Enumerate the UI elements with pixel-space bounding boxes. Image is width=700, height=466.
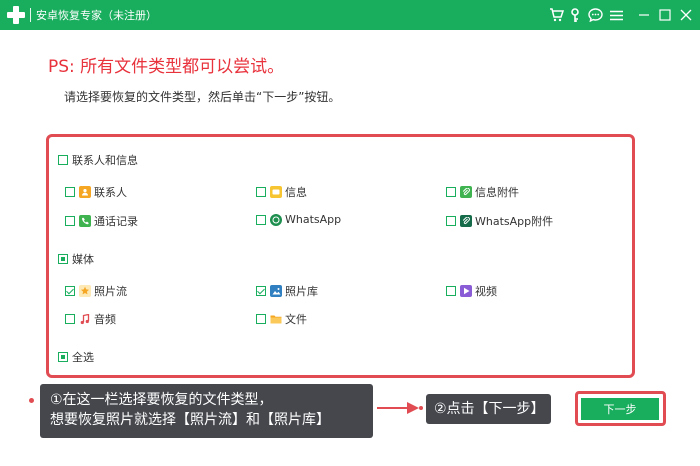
item-files[interactable]: 文件 bbox=[256, 311, 307, 327]
group-contacts-checkbox[interactable]: 联系人和信息 bbox=[58, 152, 138, 168]
checkbox[interactable] bbox=[446, 286, 456, 296]
item-video[interactable]: 视频 bbox=[446, 283, 497, 299]
whatsapp-attachment-icon bbox=[460, 215, 472, 227]
ps-note: PS: 所有文件类型都可以尝试。 bbox=[48, 57, 285, 77]
whatsapp-icon bbox=[270, 213, 282, 226]
item-label: 音频 bbox=[94, 313, 116, 326]
instruction-text: 请选择要恢复的文件类型，然后单击“下一步”按钮。 bbox=[64, 90, 341, 104]
title-bar: 安卓恢复专家（未注册） bbox=[0, 0, 700, 30]
item-label: 信息附件 bbox=[475, 186, 519, 199]
item-label: 照片流 bbox=[94, 285, 127, 298]
checkbox[interactable] bbox=[65, 216, 75, 226]
attachment-icon bbox=[460, 186, 472, 198]
item-label: 照片库 bbox=[285, 285, 318, 298]
checkbox[interactable] bbox=[58, 352, 68, 362]
close-icon[interactable] bbox=[676, 5, 696, 25]
select-all-label: 全选 bbox=[72, 351, 94, 364]
checkbox[interactable] bbox=[58, 254, 68, 264]
item-message-attachments[interactable]: 信息附件 bbox=[446, 184, 519, 200]
audio-icon bbox=[79, 313, 91, 325]
next-button[interactable]: 下一步 bbox=[581, 398, 659, 420]
folder-icon bbox=[270, 313, 282, 325]
checkbox[interactable] bbox=[65, 314, 75, 324]
checkbox[interactable] bbox=[256, 314, 266, 324]
key-icon[interactable] bbox=[565, 5, 585, 25]
cart-icon[interactable] bbox=[546, 5, 566, 25]
callout-step-1: ①在这一栏选择要恢复的文件类型， 想要恢复照片就选择【照片流】和【照片库】 bbox=[40, 384, 373, 438]
checkbox[interactable] bbox=[446, 216, 456, 226]
minimize-icon[interactable] bbox=[634, 5, 654, 25]
checkbox[interactable] bbox=[65, 187, 75, 197]
checkbox[interactable] bbox=[256, 187, 266, 197]
item-audio[interactable]: 音频 bbox=[65, 311, 116, 327]
photo-stream-icon bbox=[79, 285, 91, 297]
item-call-log[interactable]: 通话记录 bbox=[65, 213, 138, 229]
file-type-panel bbox=[46, 134, 635, 378]
group-contacts-label: 联系人和信息 bbox=[72, 154, 138, 167]
callout-step-2: ②点击【下一步】 bbox=[426, 394, 551, 424]
call-log-icon bbox=[79, 215, 91, 227]
contacts-icon bbox=[79, 186, 91, 198]
item-messages[interactable]: 信息 bbox=[256, 184, 307, 200]
callout-marker-dot bbox=[29, 398, 34, 403]
item-photo-stream[interactable]: 照片流 bbox=[65, 283, 127, 299]
group-media-checkbox[interactable]: 媒体 bbox=[58, 251, 94, 267]
checkbox[interactable] bbox=[65, 286, 75, 296]
maximize-icon[interactable] bbox=[655, 5, 675, 25]
group-media-label: 媒体 bbox=[72, 253, 94, 266]
item-contacts[interactable]: 联系人 bbox=[65, 184, 127, 200]
item-label: 通话记录 bbox=[94, 215, 138, 228]
checkbox[interactable] bbox=[256, 214, 266, 225]
checkbox[interactable] bbox=[256, 286, 266, 296]
callout-step-1-line-2: 想要恢复照片就选择【照片流】和【照片库】 bbox=[50, 412, 330, 428]
item-label: WhatsApp附件 bbox=[475, 215, 554, 228]
item-label: 文件 bbox=[285, 313, 307, 326]
item-whatsapp-attachments[interactable]: WhatsApp附件 bbox=[446, 213, 553, 229]
item-label: 联系人 bbox=[94, 186, 127, 199]
title-separator bbox=[30, 8, 31, 22]
callout-step-1-line-1: ①在这一栏选择要恢复的文件类型， bbox=[50, 392, 273, 408]
select-all-checkbox[interactable]: 全选 bbox=[58, 349, 94, 365]
app-title: 安卓恢复专家（未注册） bbox=[36, 9, 157, 22]
item-label: 信息 bbox=[285, 186, 307, 199]
video-icon bbox=[460, 285, 472, 297]
item-whatsapp[interactable]: WhatsApp bbox=[256, 213, 341, 226]
item-label: 视频 bbox=[475, 285, 497, 298]
chat-icon[interactable] bbox=[585, 5, 605, 25]
photo-library-icon bbox=[270, 285, 282, 297]
menu-icon[interactable] bbox=[606, 5, 626, 25]
item-label: WhatsApp bbox=[285, 213, 342, 226]
message-icon bbox=[270, 186, 282, 198]
checkbox[interactable] bbox=[58, 155, 68, 165]
item-photo-library[interactable]: 照片库 bbox=[256, 283, 318, 299]
checkbox[interactable] bbox=[446, 187, 456, 197]
app-logo-icon bbox=[6, 5, 26, 25]
arrow-right-icon bbox=[377, 402, 423, 414]
